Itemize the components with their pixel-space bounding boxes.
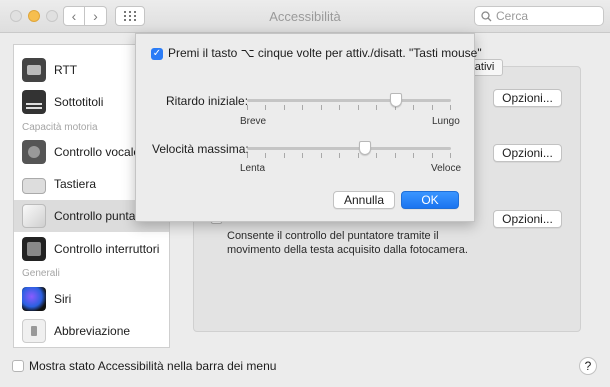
checkmark-icon: ✓ (152, 48, 162, 59)
mouse-keys-options-sheet: ✓ Premi il tasto ⌥ cinque volte per atti… (135, 33, 482, 222)
max-speed-slider-knob[interactable] (359, 141, 372, 155)
sidebar-item-switch-control[interactable]: Controllo interruttori (14, 233, 169, 265)
initial-delay-min-label: Breve (240, 116, 267, 127)
initial-delay-max-label: Lungo (432, 116, 460, 127)
max-speed-label: Velocità massima: (152, 142, 249, 156)
cancel-button[interactable]: Annulla (333, 191, 395, 209)
max-speed-min-label: Lenta (240, 163, 266, 174)
max-speed-max-label: Veloce (431, 163, 462, 174)
show-status-label: Mostra stato Accessibilità nella barra d… (29, 359, 277, 373)
search-icon (481, 10, 492, 21)
options-button-3[interactable]: Opzioni... (493, 210, 562, 228)
siri-icon (22, 287, 46, 311)
initial-delay-ticks (247, 105, 451, 111)
sidebar-item-siri[interactable]: Siri (14, 283, 169, 315)
initial-delay-slider-knob[interactable] (389, 93, 402, 107)
mouse-keys-toggle-label: Premi il tasto ⌥ cinque volte per attiv.… (168, 46, 482, 60)
options-button-2[interactable]: Opzioni... (493, 144, 562, 162)
sidebar-item-shortcut[interactable]: Abbreviazione (14, 315, 169, 347)
subtitles-icon (22, 90, 46, 114)
max-speed-ticks (247, 153, 451, 159)
search-input[interactable]: Cerca (474, 6, 604, 26)
sidebar-item-label: Abbreviazione (54, 324, 131, 338)
options-button-1[interactable]: Opzioni... (493, 89, 562, 107)
keyboard-icon (22, 178, 46, 194)
sidebar-item-label: Tastiera (54, 177, 97, 191)
initial-delay-label: Ritardo iniziale: (166, 94, 249, 108)
max-speed-slider-track[interactable] (247, 147, 451, 150)
switch-control-icon (22, 237, 46, 261)
head-pointer-description: Consente il controllo del puntatore tram… (227, 230, 468, 256)
initial-delay-slider-track[interactable] (247, 99, 451, 102)
sidebar-header-motor: Capacità motoria (22, 122, 98, 133)
help-button[interactable]: ? (579, 357, 597, 375)
sidebar-item-label: Controllo vocale (54, 145, 141, 159)
title-bar: ‹ › Accessibilità Cerca (0, 0, 610, 33)
sidebar-item-label: RTT (54, 63, 78, 77)
show-status-checkbox[interactable] (12, 360, 24, 372)
voice-control-icon (22, 140, 46, 164)
pointer-control-icon (22, 204, 46, 228)
mouse-keys-toggle-checkbox[interactable]: ✓ (151, 48, 163, 60)
ok-button[interactable]: OK (401, 191, 459, 209)
sidebar-item-label: Siri (54, 292, 72, 306)
sidebar-item-label: Controllo interruttori (54, 242, 160, 256)
search-placeholder: Cerca (496, 9, 529, 23)
rtt-icon (22, 58, 46, 82)
sidebar-header-general: Generali (22, 268, 60, 279)
sidebar-item-label: Sottotitoli (54, 95, 104, 109)
shortcut-icon (22, 319, 46, 343)
